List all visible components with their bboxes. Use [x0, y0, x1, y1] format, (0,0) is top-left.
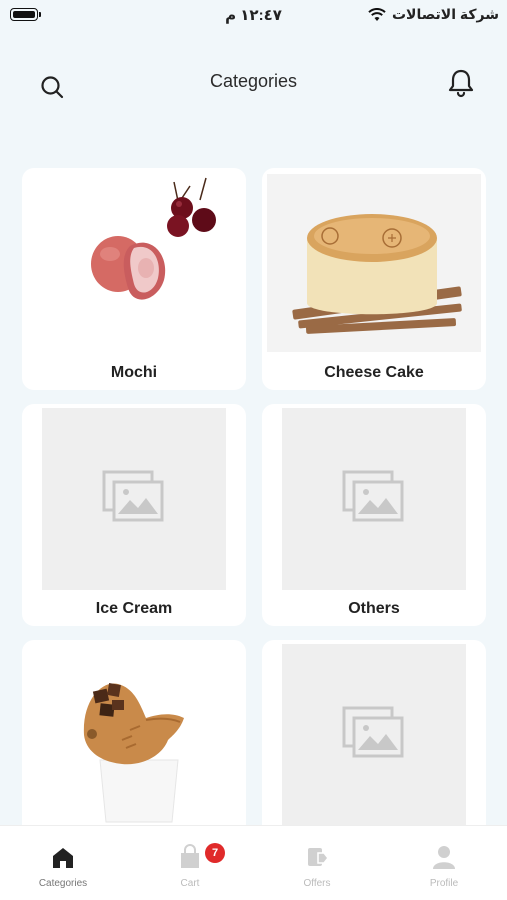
category-grid: Mochi Cheese Cake Ice Cream Others — [22, 168, 486, 825]
placeholder-image-icon — [342, 706, 404, 758]
nav-label: Categories — [38, 878, 88, 889]
profile-icon — [433, 846, 455, 869]
placeholder-image-icon — [342, 470, 404, 522]
status-carrier: شركة الاتصالات — [368, 6, 499, 23]
page-title: Categories — [209, 71, 298, 91]
nav-label: Profile — [429, 878, 459, 889]
home-icon — [53, 848, 73, 868]
nav-item-categories[interactable]: Categories — [0, 826, 126, 900]
status-bar: ١٢:٤٧ م شركة الاتصالات — [0, 0, 507, 30]
category-card-others[interactable]: Others — [262, 404, 486, 626]
category-card-mochi[interactable]: Mochi — [22, 168, 246, 390]
category-card-ice-cream[interactable]: Ice Cream — [22, 404, 246, 626]
placeholder-image-icon — [102, 470, 164, 522]
header: Categories — [0, 55, 507, 110]
category-label: Cheese Cake — [324, 364, 424, 381]
offers-icon — [308, 848, 329, 866]
category-label: Others — [348, 600, 400, 617]
nav-label: Cart — [180, 878, 200, 889]
nav-item-profile[interactable]: Profile — [381, 826, 507, 900]
bell-icon[interactable] — [446, 67, 476, 99]
nav-item-cart[interactable]: 7 Cart — [127, 826, 253, 900]
category-card-5[interactable] — [22, 640, 246, 825]
taiyaki-icecream-photo — [83, 683, 184, 823]
image-placeholder — [282, 644, 466, 825]
cheesecake-photo — [267, 174, 481, 352]
nav-item-offers[interactable]: Offers — [254, 826, 380, 900]
carrier-name: شركة الاتصالات — [391, 6, 499, 22]
mochi-photo — [91, 177, 216, 300]
category-card-6[interactable] — [262, 640, 486, 825]
cart-icon — [181, 844, 199, 868]
category-label: Mochi — [110, 364, 158, 381]
image-placeholder — [42, 408, 226, 590]
cart-badge: 7 — [205, 843, 225, 863]
category-card-cheese-cake[interactable]: Cheese Cake — [262, 168, 486, 390]
nav-label: Offers — [303, 878, 331, 889]
category-label: Ice Cream — [95, 600, 173, 617]
wifi-icon — [368, 7, 386, 21]
bottom-nav: Categories 7 Cart Offers Profile — [0, 825, 507, 900]
image-placeholder — [282, 408, 466, 590]
